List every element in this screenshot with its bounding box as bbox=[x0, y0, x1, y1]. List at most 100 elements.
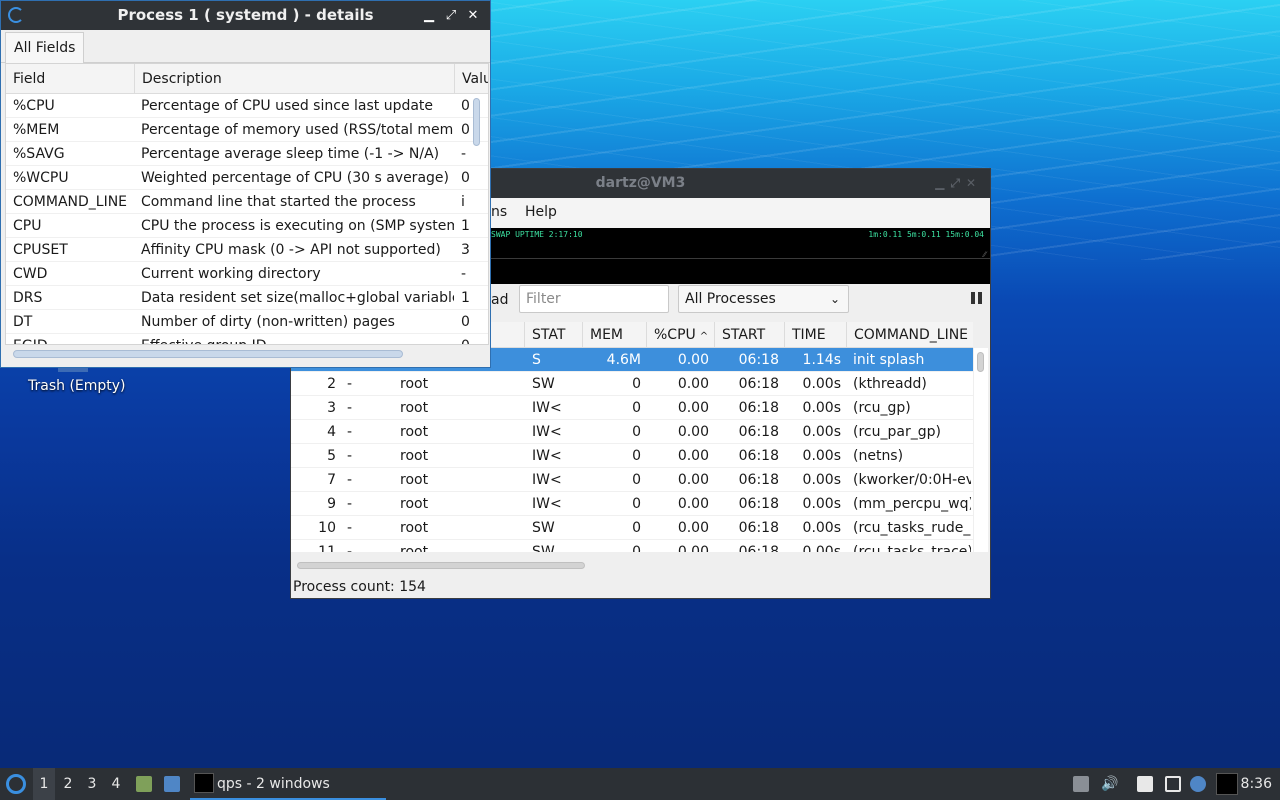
cell-pid: 5 bbox=[327, 448, 336, 464]
volume-icon[interactable]: 🔊 bbox=[1101, 776, 1118, 792]
process-filter-select[interactable]: All Processes ⌄ bbox=[678, 285, 849, 313]
workspace-3[interactable]: 3 bbox=[81, 768, 103, 800]
process-vscroll-track[interactable] bbox=[974, 348, 988, 552]
fields-hscroll-thumb[interactable] bbox=[13, 350, 403, 358]
cell-cpu: 0.00 bbox=[677, 520, 709, 536]
cell-field: %WCPU bbox=[13, 170, 69, 186]
menu-help[interactable]: Help bbox=[525, 204, 557, 220]
cell-desc: Percentage average sleep time (-1 -> N/A… bbox=[141, 146, 440, 162]
filter-input[interactable] bbox=[519, 285, 669, 313]
close-icon[interactable]: ✕ bbox=[966, 176, 982, 190]
col-stat[interactable]: STAT bbox=[524, 322, 582, 348]
process-hscroll-thumb[interactable] bbox=[297, 562, 585, 569]
cpu-monitor-icon[interactable] bbox=[1216, 773, 1238, 795]
col-time[interactable]: TIME bbox=[784, 322, 846, 348]
notes-icon[interactable] bbox=[1137, 776, 1153, 792]
col-cpu[interactable]: %CPU ^ bbox=[646, 322, 714, 348]
maximize-icon[interactable]: ⤢ bbox=[950, 176, 966, 190]
cell-cpu: 0.00 bbox=[677, 448, 709, 464]
start-menu-icon[interactable] bbox=[6, 774, 26, 794]
workspace-4[interactable]: 4 bbox=[105, 768, 127, 800]
table-row[interactable]: %WCPU Weighted percentage of CPU (30 s av… bbox=[6, 166, 488, 190]
cell-field: DT bbox=[13, 314, 33, 330]
workspace-1[interactable]: 1 bbox=[33, 768, 55, 800]
table-row[interactable]: CWD Current working directory - bbox=[6, 262, 488, 286]
reload-label[interactable]: ad bbox=[491, 292, 508, 308]
cell-stat: IW< bbox=[532, 496, 562, 512]
clipboard-icon[interactable] bbox=[1073, 776, 1089, 792]
cell-field: %SAVG bbox=[13, 146, 65, 162]
minimize-icon[interactable]: ▁ bbox=[935, 176, 950, 190]
close-icon[interactable]: ✕ bbox=[462, 1, 484, 30]
cell-tty: - bbox=[347, 376, 353, 392]
cell-start: 06:18 bbox=[738, 400, 779, 416]
menu-options[interactable]: ns bbox=[491, 204, 507, 220]
table-row[interactable]: COMMAND_LINE Command line that started th… bbox=[6, 190, 488, 214]
table-row[interactable]: 4- root IW< 0 0.00 06:18 0.00s (rcu_par_gp) bbox=[291, 420, 973, 444]
table-row[interactable]: %CPU Percentage of CPU used since last up… bbox=[6, 94, 488, 118]
cell-desc: Weighted percentage of CPU (30 s average… bbox=[141, 170, 449, 186]
cell-field: COMMAND_LINE bbox=[13, 194, 128, 210]
details-titlebar[interactable]: Process 1 ( systemd ) - details ▁ ⤢ ✕ bbox=[1, 1, 490, 30]
col-mem[interactable]: MEM bbox=[582, 322, 646, 348]
trash-label[interactable]: Trash (Empty) bbox=[28, 378, 126, 394]
col-field[interactable]: Field bbox=[6, 64, 134, 94]
network-icon[interactable] bbox=[1165, 776, 1181, 792]
cell-mem: 0 bbox=[632, 376, 641, 392]
cell-value: 1 bbox=[461, 218, 470, 234]
table-row[interactable]: 5- root IW< 0 0.00 06:18 0.00s (netns) bbox=[291, 444, 973, 468]
cell-field: CPU bbox=[13, 218, 42, 234]
cell-time: 0.00s bbox=[802, 496, 841, 512]
trash-icon[interactable] bbox=[58, 368, 88, 372]
col-value[interactable]: Valu bbox=[454, 64, 488, 94]
table-row[interactable]: 7- root IW< 0 0.00 06:18 0.00s (kworker/0:0H-ev bbox=[291, 468, 973, 492]
process-vscroll-thumb[interactable] bbox=[977, 352, 984, 372]
workspace-2[interactable]: 2 bbox=[57, 768, 79, 800]
resize-grip-icon[interactable]: ⁄⁄ bbox=[983, 250, 986, 259]
details-window-title: Process 1 ( systemd ) - details bbox=[117, 6, 374, 24]
table-row[interactable]: 9- root IW< 0 0.00 06:18 0.00s (mm_percpu_wq) bbox=[291, 492, 973, 516]
table-row[interactable]: %MEM Percentage of memory used (RSS/total… bbox=[6, 118, 488, 142]
col-description[interactable]: Description bbox=[134, 64, 454, 94]
table-row[interactable]: %SAVG Percentage average sleep time (-1 -… bbox=[6, 142, 488, 166]
cell-time: 1.14s bbox=[802, 352, 841, 368]
cell-cpu: 0.00 bbox=[677, 376, 709, 392]
col-start[interactable]: START bbox=[714, 322, 784, 348]
cell-field: DRS bbox=[13, 290, 43, 306]
fields-vscroll-thumb[interactable] bbox=[473, 98, 480, 146]
cell-start: 06:18 bbox=[738, 352, 779, 368]
table-row[interactable]: CPUSET Affinity CPU mask (0 -> API not su… bbox=[6, 238, 488, 262]
cell-cpu: 0.00 bbox=[677, 352, 709, 368]
table-row[interactable]: DT Number of dirty (non-written) pages 0 bbox=[6, 310, 488, 334]
table-row[interactable]: 2- root SW 0 0.00 06:18 0.00s (kthreadd) bbox=[291, 372, 973, 396]
cell-mem: 0 bbox=[632, 520, 641, 536]
table-row[interactable]: 3- root IW< 0 0.00 06:18 0.00s (rcu_gp) bbox=[291, 396, 973, 420]
file-manager-icon[interactable] bbox=[136, 776, 152, 792]
cell-cmd: (mm_percpu_wq) bbox=[853, 496, 971, 512]
show-desktop-icon[interactable] bbox=[164, 776, 180, 792]
cell-stat: S bbox=[532, 352, 541, 368]
cell-cmd: (rcu_tasks_trace) bbox=[853, 544, 971, 552]
cell-tty: - bbox=[347, 400, 353, 416]
table-row[interactable]: CPU CPU the process is executing on (SMP … bbox=[6, 214, 488, 238]
task-qps-windows[interactable]: qps - 2 windows bbox=[190, 768, 386, 800]
cell-value: 0 bbox=[461, 122, 470, 138]
cell-start: 06:18 bbox=[738, 376, 779, 392]
table-row[interactable]: 10- root SW 0 0.00 06:18 0.00s (rcu_tasks_rude_… bbox=[291, 516, 973, 540]
col-command-line[interactable]: COMMAND_LINE bbox=[846, 322, 973, 348]
cell-cmd: (kworker/0:0H-ev bbox=[853, 472, 971, 488]
update-notification-icon[interactable] bbox=[1190, 776, 1206, 792]
table-row[interactable]: EGIDEffective group ID0 bbox=[6, 334, 488, 344]
cell-value: 0 bbox=[461, 98, 470, 114]
cell-cmd: (rcu_par_gp) bbox=[853, 424, 941, 440]
clock[interactable]: 8:36 bbox=[1241, 768, 1272, 800]
tab-all-fields[interactable]: All Fields bbox=[5, 32, 85, 64]
pause-icon[interactable] bbox=[971, 292, 985, 306]
cell-desc: Number of dirty (non-written) pages bbox=[141, 314, 395, 330]
cell-desc: Effective group ID bbox=[134, 334, 454, 344]
cell-cpu: 0.00 bbox=[677, 400, 709, 416]
minimize-icon[interactable]: ▁ bbox=[418, 1, 440, 30]
table-row[interactable]: DRS Data resident set size(malloc+global … bbox=[6, 286, 488, 310]
maximize-icon[interactable]: ⤢ bbox=[440, 1, 462, 30]
table-row[interactable]: 11 - root SW 0 0.00 06:18 0.00s (rcu_tasks_trace… bbox=[291, 540, 973, 552]
